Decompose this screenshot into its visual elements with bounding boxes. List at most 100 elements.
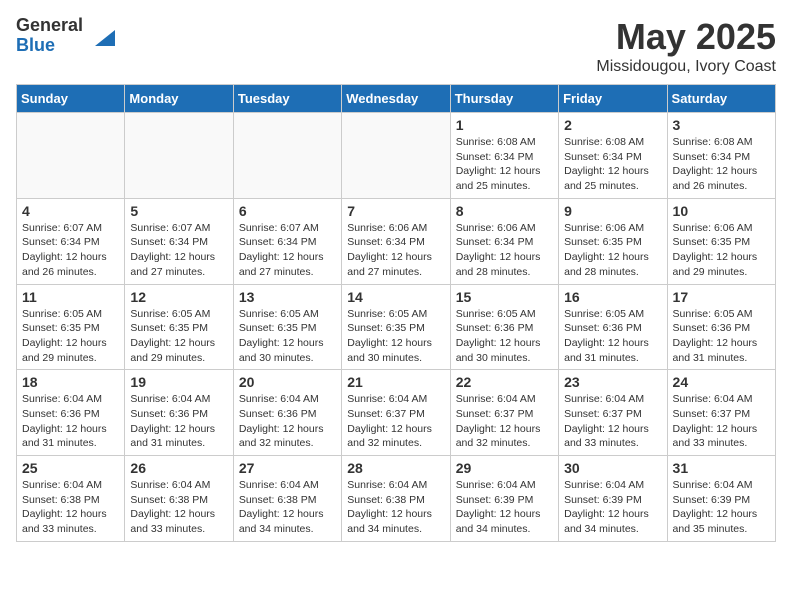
- calendar-cell: 13 Sunrise: 6:05 AM Sunset: 6:35 PM Dayli…: [233, 284, 341, 370]
- calendar-cell: 24 Sunrise: 6:04 AM Sunset: 6:37 PM Dayli…: [667, 370, 775, 456]
- calendar-cell: 15 Sunrise: 6:05 AM Sunset: 6:36 PM Dayli…: [450, 284, 558, 370]
- calendar-cell: 28 Sunrise: 6:04 AM Sunset: 6:38 PM Dayli…: [342, 456, 450, 542]
- day-number: 9: [564, 203, 661, 219]
- week-row-3: 11Sunrise: 6:05 AM Sunset: 6:35 PM Dayli…: [17, 284, 776, 370]
- logo: General Blue: [16, 16, 115, 56]
- day-info: Sunrise: 6:05 AM Sunset: 6:36 PM Dayligh…: [673, 307, 770, 366]
- day-number: 31: [673, 460, 770, 476]
- logo-icon: [87, 22, 115, 50]
- calendar-cell: 31 Sunrise: 6:04 AM Sunset: 6:39 PM Dayli…: [667, 456, 775, 542]
- day-info: Sunrise: 6:04 AM Sunset: 6:38 PM Dayligh…: [22, 478, 119, 537]
- day-number: 18: [22, 374, 119, 390]
- day-info: Sunrise: 6:04 AM Sunset: 6:39 PM Dayligh…: [673, 478, 770, 537]
- logo-blue: Blue: [16, 36, 83, 56]
- calendar-cell: 7 Sunrise: 6:06 AM Sunset: 6:34 PM Daylig…: [342, 198, 450, 284]
- day-info: Sunrise: 6:07 AM Sunset: 6:34 PM Dayligh…: [239, 221, 336, 280]
- dow-header-friday: Friday: [559, 85, 667, 113]
- day-number: 8: [456, 203, 553, 219]
- calendar-cell: 14 Sunrise: 6:05 AM Sunset: 6:35 PM Dayli…: [342, 284, 450, 370]
- calendar-cell: 29 Sunrise: 6:04 AM Sunset: 6:39 PM Dayli…: [450, 456, 558, 542]
- dow-header-monday: Monday: [125, 85, 233, 113]
- day-number: 12: [130, 289, 227, 305]
- calendar-cell: 21Sunrise: 6:04 AM Sunset: 6:37 PM Dayli…: [342, 370, 450, 456]
- day-number: 3: [673, 117, 770, 133]
- dow-header-tuesday: Tuesday: [233, 85, 341, 113]
- calendar-cell: 25 Sunrise: 6:04 AM Sunset: 6:38 PM Dayli…: [17, 456, 125, 542]
- day-number: 20: [239, 374, 336, 390]
- day-number: 7: [347, 203, 444, 219]
- day-number: 5: [130, 203, 227, 219]
- day-number: 16: [564, 289, 661, 305]
- logo-general: General: [16, 16, 83, 36]
- day-number: 28: [347, 460, 444, 476]
- day-number: 25: [22, 460, 119, 476]
- day-info: Sunrise: 6:05 AM Sunset: 6:36 PM Dayligh…: [564, 307, 661, 366]
- week-row-2: 4 Sunrise: 6:07 AM Sunset: 6:34 PM Daylig…: [17, 198, 776, 284]
- day-info: Sunrise: 6:08 AM Sunset: 6:34 PM Dayligh…: [564, 135, 661, 194]
- day-number: 17: [673, 289, 770, 305]
- week-row-1: 1 Sunrise: 6:08 AM Sunset: 6:34 PM Daylig…: [17, 113, 776, 199]
- calendar-cell: 8Sunrise: 6:06 AM Sunset: 6:34 PM Daylig…: [450, 198, 558, 284]
- day-number: 14: [347, 289, 444, 305]
- calendar-cell: 5 Sunrise: 6:07 AM Sunset: 6:34 PM Daylig…: [125, 198, 233, 284]
- day-info: Sunrise: 6:04 AM Sunset: 6:36 PM Dayligh…: [239, 392, 336, 451]
- day-info: Sunrise: 6:04 AM Sunset: 6:37 PM Dayligh…: [673, 392, 770, 451]
- day-info: Sunrise: 6:05 AM Sunset: 6:36 PM Dayligh…: [456, 307, 553, 366]
- day-number: 29: [456, 460, 553, 476]
- day-number: 24: [673, 374, 770, 390]
- header: General Blue May 2025 Missidougou, Ivory…: [16, 16, 776, 76]
- day-info: Sunrise: 6:04 AM Sunset: 6:38 PM Dayligh…: [130, 478, 227, 537]
- calendar-cell: 30 Sunrise: 6:04 AM Sunset: 6:39 PM Dayli…: [559, 456, 667, 542]
- calendar-cell: [17, 113, 125, 199]
- day-number: 23: [564, 374, 661, 390]
- day-number: 6: [239, 203, 336, 219]
- calendar-body: 1 Sunrise: 6:08 AM Sunset: 6:34 PM Daylig…: [17, 113, 776, 542]
- calendar-cell: 16 Sunrise: 6:05 AM Sunset: 6:36 PM Dayli…: [559, 284, 667, 370]
- calendar-cell: 20 Sunrise: 6:04 AM Sunset: 6:36 PM Dayli…: [233, 370, 341, 456]
- day-info: Sunrise: 6:04 AM Sunset: 6:38 PM Dayligh…: [347, 478, 444, 537]
- day-info: Sunrise: 6:08 AM Sunset: 6:34 PM Dayligh…: [673, 135, 770, 194]
- calendar-cell: [125, 113, 233, 199]
- day-info: Sunrise: 6:05 AM Sunset: 6:35 PM Dayligh…: [239, 307, 336, 366]
- day-number: 13: [239, 289, 336, 305]
- week-row-4: 18 Sunrise: 6:04 AM Sunset: 6:36 PM Dayli…: [17, 370, 776, 456]
- day-number: 19: [130, 374, 227, 390]
- day-info: Sunrise: 6:08 AM Sunset: 6:34 PM Dayligh…: [456, 135, 553, 194]
- dow-header-saturday: Saturday: [667, 85, 775, 113]
- title-area: May 2025 Missidougou, Ivory Coast: [596, 16, 776, 76]
- calendar-cell: 27Sunrise: 6:04 AM Sunset: 6:38 PM Dayli…: [233, 456, 341, 542]
- calendar: SundayMondayTuesdayWednesdayThursdayFrid…: [16, 84, 776, 542]
- day-number: 22: [456, 374, 553, 390]
- day-number: 26: [130, 460, 227, 476]
- day-of-week-row: SundayMondayTuesdayWednesdayThursdayFrid…: [17, 85, 776, 113]
- day-info: Sunrise: 6:04 AM Sunset: 6:39 PM Dayligh…: [456, 478, 553, 537]
- week-row-5: 25 Sunrise: 6:04 AM Sunset: 6:38 PM Dayli…: [17, 456, 776, 542]
- calendar-cell: [233, 113, 341, 199]
- day-number: 2: [564, 117, 661, 133]
- calendar-cell: 9Sunrise: 6:06 AM Sunset: 6:35 PM Daylig…: [559, 198, 667, 284]
- calendar-cell: 1 Sunrise: 6:08 AM Sunset: 6:34 PM Daylig…: [450, 113, 558, 199]
- calendar-cell: 18Sunrise: 6:04 AM Sunset: 6:36 PM Dayli…: [17, 370, 125, 456]
- calendar-cell: 4Sunrise: 6:07 AM Sunset: 6:34 PM Daylig…: [17, 198, 125, 284]
- day-number: 4: [22, 203, 119, 219]
- day-info: Sunrise: 6:05 AM Sunset: 6:35 PM Dayligh…: [22, 307, 119, 366]
- day-info: Sunrise: 6:06 AM Sunset: 6:34 PM Dayligh…: [347, 221, 444, 280]
- day-number: 15: [456, 289, 553, 305]
- calendar-cell: 12 Sunrise: 6:05 AM Sunset: 6:35 PM Dayli…: [125, 284, 233, 370]
- calendar-cell: 11Sunrise: 6:05 AM Sunset: 6:35 PM Dayli…: [17, 284, 125, 370]
- day-info: Sunrise: 6:04 AM Sunset: 6:39 PM Dayligh…: [564, 478, 661, 537]
- day-number: 30: [564, 460, 661, 476]
- calendar-cell: 10Sunrise: 6:06 AM Sunset: 6:35 PM Dayli…: [667, 198, 775, 284]
- day-info: Sunrise: 6:05 AM Sunset: 6:35 PM Dayligh…: [347, 307, 444, 366]
- day-number: 27: [239, 460, 336, 476]
- calendar-cell: 2 Sunrise: 6:08 AM Sunset: 6:34 PM Daylig…: [559, 113, 667, 199]
- calendar-cell: 6 Sunrise: 6:07 AM Sunset: 6:34 PM Daylig…: [233, 198, 341, 284]
- dow-header-thursday: Thursday: [450, 85, 558, 113]
- day-number: 10: [673, 203, 770, 219]
- calendar-cell: [342, 113, 450, 199]
- day-number: 1: [456, 117, 553, 133]
- day-info: Sunrise: 6:07 AM Sunset: 6:34 PM Dayligh…: [130, 221, 227, 280]
- day-info: Sunrise: 6:05 AM Sunset: 6:35 PM Dayligh…: [130, 307, 227, 366]
- day-number: 21: [347, 374, 444, 390]
- day-info: Sunrise: 6:04 AM Sunset: 6:37 PM Dayligh…: [564, 392, 661, 451]
